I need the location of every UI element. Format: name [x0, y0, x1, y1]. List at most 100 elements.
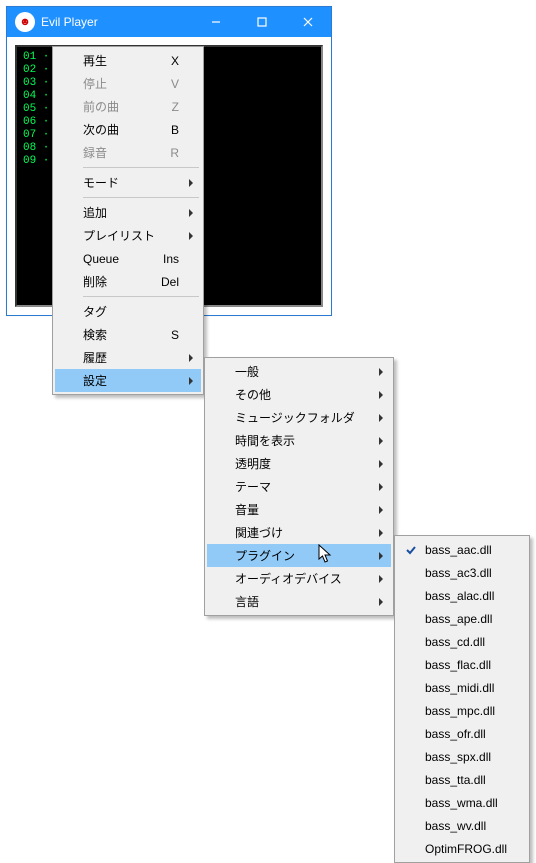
- minimize-button[interactable]: [193, 7, 239, 37]
- menu-plugins-item[interactable]: OptimFROG.dll: [397, 837, 527, 860]
- menu-main-item: 前の曲 Z: [55, 95, 201, 118]
- menu-plugins-item-label: bass_cd.dll: [425, 635, 485, 649]
- menu-settings-item[interactable]: 音量: [207, 498, 391, 521]
- menu-settings-item[interactable]: ミュージックフォルダ: [207, 406, 391, 429]
- menu-plugins-item[interactable]: bass_ac3.dll: [397, 561, 527, 584]
- menu-settings-item-label: プラグイン: [235, 547, 295, 564]
- menu-plugins-item-label: bass_tta.dll: [425, 773, 486, 787]
- menu-plugins-item[interactable]: bass_tta.dll: [397, 768, 527, 791]
- menu-settings-item[interactable]: 関連づけ: [207, 521, 391, 544]
- submenu-arrow-icon: [379, 598, 383, 606]
- menu-plugins-item[interactable]: bass_alac.dll: [397, 584, 527, 607]
- menu-main-item-label: 録音: [83, 144, 107, 161]
- menu-settings-item[interactable]: 透明度: [207, 452, 391, 475]
- submenu-arrow-icon: [379, 414, 383, 422]
- submenu-arrow-icon: [189, 179, 193, 187]
- submenu-arrow-icon: [189, 377, 193, 385]
- menu-main-item-label: 追加: [83, 204, 107, 221]
- menu-settings-item-label: 音量: [235, 501, 259, 518]
- menu-main-item-label: 再生: [83, 52, 107, 69]
- submenu-arrow-icon: [379, 460, 383, 468]
- menu-main-item[interactable]: 履歴: [55, 346, 201, 369]
- menu-settings-item[interactable]: その他: [207, 383, 391, 406]
- context-menu-settings: 一般その他ミュージックフォルダ時間を表示透明度テーマ音量関連づけプラグインオーデ…: [204, 357, 394, 616]
- menu-plugins-item-label: bass_alac.dll: [425, 589, 494, 603]
- menu-main-item[interactable]: 検索 S: [55, 323, 201, 346]
- menu-plugins-item-label: bass_wv.dll: [425, 819, 486, 833]
- menu-plugins-item-label: bass_ape.dll: [425, 612, 492, 626]
- submenu-arrow-icon: [189, 232, 193, 240]
- submenu-arrow-icon: [379, 368, 383, 376]
- submenu-arrow-icon: [379, 391, 383, 399]
- menu-main-item[interactable]: 設定: [55, 369, 201, 392]
- menu-plugins-item[interactable]: bass_midi.dll: [397, 676, 527, 699]
- menu-settings-item[interactable]: 言語: [207, 590, 391, 613]
- menu-main-item-label: タグ: [83, 303, 107, 320]
- menu-main-item-shortcut: Del: [161, 275, 179, 289]
- menu-settings-item-label: 透明度: [235, 455, 271, 472]
- menu-settings-item-label: オーディオデバイス: [235, 570, 342, 587]
- menu-settings-item-label: 一般: [235, 363, 259, 380]
- menu-plugins-item-label: OptimFROG.dll: [425, 842, 507, 856]
- submenu-arrow-icon: [379, 552, 383, 560]
- titlebar[interactable]: ☻ Evil Player: [7, 7, 331, 37]
- menu-plugins-item[interactable]: bass_cd.dll: [397, 630, 527, 653]
- context-menu-plugins: bass_aac.dll bass_ac3.dll bass_alac.dllbas…: [394, 535, 530, 863]
- submenu-arrow-icon: [189, 209, 193, 217]
- menu-plugins-item-label: bass_aac.dll: [425, 543, 492, 557]
- close-button[interactable]: [285, 7, 331, 37]
- window-title: Evil Player: [41, 15, 98, 29]
- menu-plugins-item[interactable]: bass_flac.dll: [397, 653, 527, 676]
- maximize-button[interactable]: [239, 7, 285, 37]
- menu-plugins-item[interactable]: bass_ape.dll: [397, 607, 527, 630]
- context-menu-main: 再生X停止V 前の曲 Z 次の曲 B 録音 R モード追加プレイリスト Queue Ins 削除De…: [52, 46, 204, 395]
- menu-main-item[interactable]: 次の曲 B: [55, 118, 201, 141]
- menu-main-item-label: 次の曲: [83, 121, 119, 138]
- menu-settings-item-label: 関連づけ: [235, 524, 283, 541]
- check-icon: [404, 543, 418, 557]
- menu-main-item-label: モード: [83, 174, 119, 191]
- menu-settings-item[interactable]: プラグイン: [207, 544, 391, 567]
- menu-plugins-item[interactable]: bass_wma.dll: [397, 791, 527, 814]
- menu-settings-item[interactable]: 一般: [207, 360, 391, 383]
- menu-settings-item-label: 言語: [235, 593, 259, 610]
- menu-main-item-label: 検索: [83, 326, 107, 343]
- menu-main-item-label: 停止: [83, 75, 107, 92]
- menu-main-item-shortcut: B: [171, 123, 179, 137]
- menu-main-item[interactable]: 削除Del: [55, 270, 201, 293]
- menu-main-separator: [83, 167, 199, 168]
- menu-settings-item[interactable]: 時間を表示: [207, 429, 391, 452]
- menu-plugins-item[interactable]: bass_wv.dll: [397, 814, 527, 837]
- menu-main-item-label: 前の曲: [83, 98, 119, 115]
- menu-main-item-shortcut: Ins: [163, 252, 179, 266]
- menu-main-item[interactable]: モード: [55, 171, 201, 194]
- menu-plugins-item[interactable]: bass_spx.dll: [397, 745, 527, 768]
- menu-main-item[interactable]: 再生X: [55, 49, 201, 72]
- menu-main-item-label: Queue: [83, 252, 119, 266]
- menu-plugins-item[interactable]: bass_mpc.dll: [397, 699, 527, 722]
- menu-main-item-label: 履歴: [83, 349, 107, 366]
- menu-plugins-item[interactable]: bass_ofr.dll: [397, 722, 527, 745]
- menu-main-item: 停止V: [55, 72, 201, 95]
- menu-settings-item-label: テーマ: [235, 478, 271, 495]
- menu-main-item[interactable]: 追加: [55, 201, 201, 224]
- menu-main-separator: [83, 197, 199, 198]
- submenu-arrow-icon: [379, 437, 383, 445]
- menu-settings-item[interactable]: オーディオデバイス: [207, 567, 391, 590]
- submenu-arrow-icon: [189, 354, 193, 362]
- menu-plugins-item-label: bass_ac3.dll: [425, 566, 492, 580]
- submenu-arrow-icon: [379, 575, 383, 583]
- menu-main-item-shortcut: R: [170, 146, 179, 160]
- menu-main-item[interactable]: タグ: [55, 300, 201, 323]
- menu-main-item[interactable]: プレイリスト: [55, 224, 201, 247]
- submenu-arrow-icon: [379, 506, 383, 514]
- menu-plugins-item[interactable]: bass_aac.dll: [397, 538, 527, 561]
- menu-main-item-label: 設定: [83, 372, 107, 389]
- menu-main-item[interactable]: Queue Ins: [55, 247, 201, 270]
- menu-settings-item-label: 時間を表示: [235, 432, 295, 449]
- close-icon: [303, 17, 313, 27]
- menu-settings-item-label: その他: [235, 386, 271, 403]
- menu-main-item-shortcut: Z: [172, 100, 179, 114]
- menu-main-item-shortcut: S: [171, 328, 179, 342]
- menu-settings-item[interactable]: テーマ: [207, 475, 391, 498]
